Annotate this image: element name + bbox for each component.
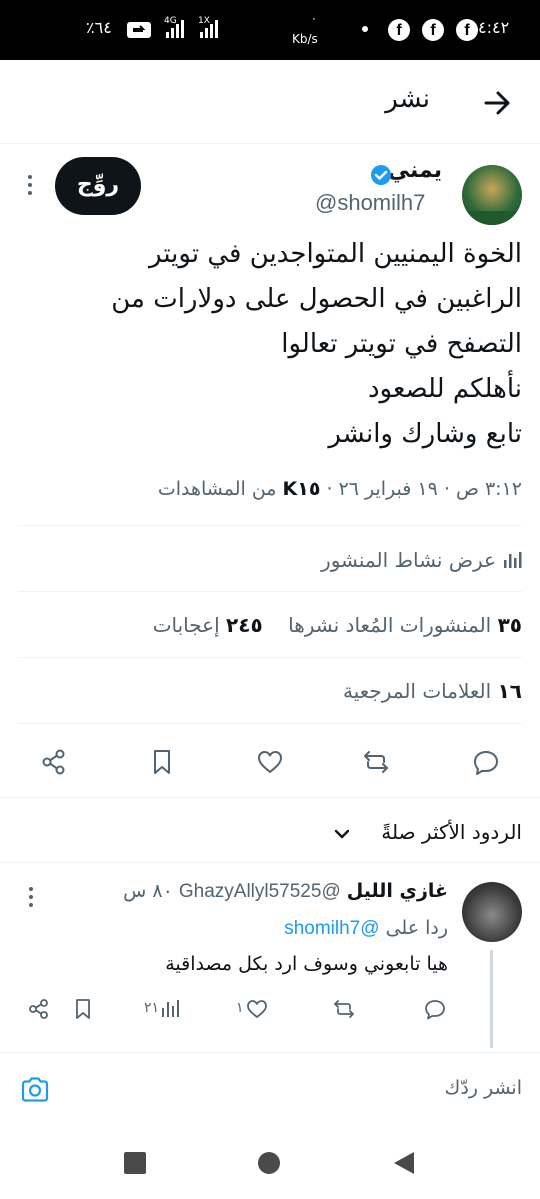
likes-stat[interactable]: ٢٤٥ إعجابات: [153, 613, 263, 637]
post-meta: ٣:١٢ ص · ١٩ فبراير ٢٦ · K١٥ من المشاهدات: [158, 478, 522, 500]
post-text-line: التصفح في تويتر تعالوا: [281, 329, 522, 359]
repost-icon[interactable]: [362, 748, 390, 776]
replies-sort-label[interactable]: الردود الأكثر صلةً: [381, 820, 522, 844]
post-text-line: الراغبين في الحصول على دولارات من: [111, 284, 522, 314]
divider: [18, 591, 522, 592]
reply-reply-icon[interactable]: [424, 998, 446, 1020]
reply-more-options-icon[interactable]: [28, 887, 34, 909]
divider: [18, 723, 522, 724]
author-name[interactable]: يمني: [388, 158, 442, 183]
like-icon[interactable]: [256, 748, 284, 776]
signal-icon: [166, 18, 184, 38]
chevron-down-icon[interactable]: [332, 824, 352, 844]
post-text-line: تابع وشارك وانشر: [328, 419, 522, 449]
status-bar: ٤:٤٢ f f f ٠ Kb/s 1X 4G ٪٦٤: [0, 0, 540, 60]
post-views: K١٥: [282, 478, 321, 500]
analytics-icon: [504, 552, 522, 568]
reply-author-avatar[interactable]: [462, 882, 522, 942]
back-arrow-icon[interactable]: [480, 86, 514, 120]
reposts-stat[interactable]: ٣٥ المنشورات المُعاد نشرها: [288, 613, 522, 637]
post-timestamp: ٣:١٢ ص · ١٩ فبراير ٢٦ ·: [320, 478, 522, 500]
compose-reply-bar[interactable]: انشر ردّك: [0, 1052, 540, 1126]
divider: [18, 657, 522, 658]
views-label: من المشاهدات: [157, 478, 283, 500]
home-icon[interactable]: [258, 1152, 280, 1174]
divider: [0, 862, 540, 863]
post-text-line: نأهلكم للصعود: [367, 374, 522, 404]
reply-input[interactable]: انشر ردّك: [445, 1077, 522, 1099]
system-nav-bar: [0, 1126, 540, 1199]
divider: [18, 525, 522, 526]
top-bar: نشر: [0, 60, 540, 144]
net-speed-value: ٠: [311, 12, 317, 25]
reply-like-count: ١: [236, 1000, 244, 1016]
reply-author-name[interactable]: غازي الليل: [347, 880, 448, 902]
bookmark-icon[interactable]: [148, 748, 176, 776]
reply-share-icon[interactable]: [28, 998, 50, 1020]
facebook-notification-icon: f: [456, 19, 478, 41]
battery-level: ٪٦٤: [86, 18, 112, 37]
post-activity-label: عرض نشاط المنشور: [321, 548, 496, 572]
author-handle[interactable]: @shomilh7: [315, 190, 425, 216]
reply-time: ٨٠ س: [123, 880, 173, 902]
more-options-icon[interactable]: [26, 175, 34, 199]
reply-header: غازي الليل @GhazyAllyl57525 ٨٠ س: [123, 880, 448, 903]
reply-icon[interactable]: [472, 748, 500, 776]
reply-like-icon[interactable]: [246, 998, 268, 1020]
promote-button[interactable]: روِّج: [55, 157, 141, 215]
verified-badge-icon: [371, 165, 391, 185]
reply-author-handle[interactable]: @GhazyAllyl57525: [179, 881, 341, 902]
thread-line: [490, 950, 493, 1048]
status-time: ٤:٤٢: [478, 18, 510, 37]
post-text-line: الخوة اليمنيين المتواجدين في تويتر: [148, 239, 522, 269]
reply-to-mention[interactable]: @shomilh7: [284, 918, 379, 939]
bookmarks-stat[interactable]: ١٦ العلامات المرجعية: [343, 679, 522, 703]
net-speed-unit: Kb/s: [292, 32, 318, 46]
reply-views-count: ٢١: [144, 1000, 160, 1016]
battery-saver-icon: [127, 22, 151, 38]
post-activity-link[interactable]: عرض نشاط المنشور: [321, 548, 522, 572]
reply-bookmark-icon[interactable]: [72, 998, 94, 1020]
stats-row: ٣٥ المنشورات المُعاد نشرها ٢٤٥ إعجابات: [153, 613, 522, 637]
post-text: الخوة اليمنيين المتواجدين في تويتر الراغ…: [102, 232, 522, 457]
page-title: نشر: [385, 84, 430, 114]
reply-text: هيا تابعوني وسوف ارد بكل مصداقية: [165, 953, 448, 975]
facebook-notification-icon: f: [388, 19, 410, 41]
reply-repost-icon[interactable]: [333, 998, 355, 1020]
signal-icon: [200, 18, 218, 38]
system-back-icon[interactable]: [392, 1150, 416, 1176]
camera-icon[interactable]: [20, 1075, 50, 1105]
author-avatar[interactable]: [462, 165, 522, 225]
facebook-notification-icon: f: [422, 19, 444, 41]
reply-to: ردا على @shomilh7: [284, 917, 448, 939]
share-icon[interactable]: [40, 748, 68, 776]
recent-apps-icon[interactable]: [124, 1152, 146, 1174]
reply-views-icon[interactable]: [160, 998, 182, 1020]
divider: [0, 797, 540, 798]
dot-icon: [362, 26, 368, 32]
